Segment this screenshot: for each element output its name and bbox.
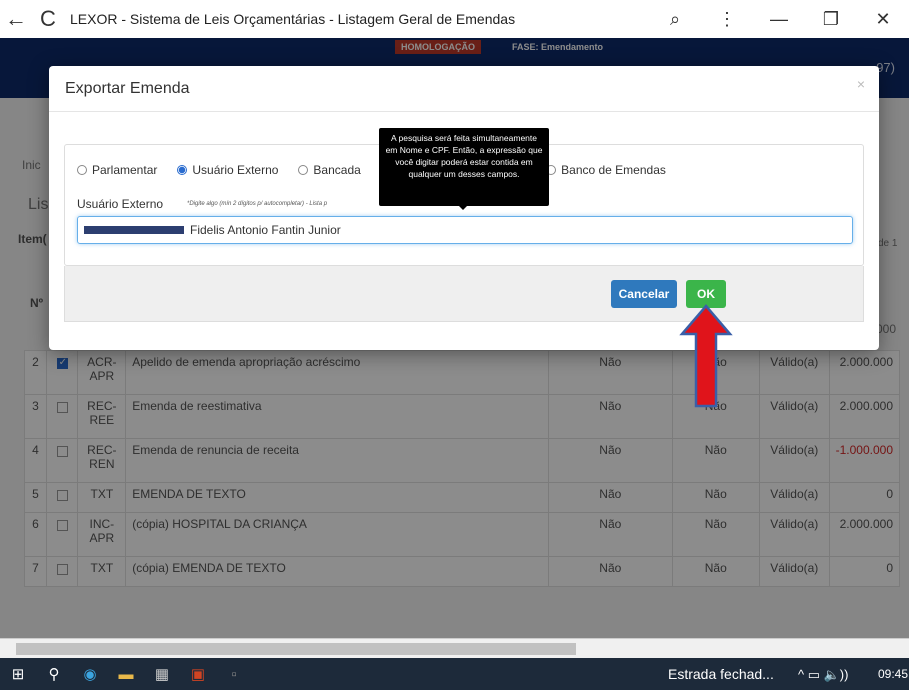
radio-dot-icon[interactable] — [77, 165, 87, 175]
powerpoint-icon[interactable]: ▣ — [180, 665, 216, 683]
windows-start-icon[interactable]: ⊞ — [0, 665, 36, 683]
edge-icon[interactable]: ◉ — [72, 665, 108, 683]
windows-taskbar: ⊞ ⚲ ◉ ▬ ▦ ▣ ▫ Estrada fechad... ^ ▭ 🔈)) … — [0, 658, 909, 690]
app-icon[interactable]: ▫ — [216, 666, 252, 683]
cancel-button[interactable]: Cancelar — [611, 280, 677, 308]
radio-label: Parlamentar — [92, 163, 158, 177]
radio-dot-icon[interactable] — [298, 165, 309, 175]
close-icon[interactable]: × — [857, 76, 865, 92]
radio-label: Usuário Externo — [192, 163, 279, 177]
search-tooltip: A pesquisa será feita simultaneamente em… — [379, 128, 549, 210]
input-value: Fidelis Antonio Fantin Junior — [190, 223, 341, 237]
usuario-externo-label: Usuário Externo — [77, 197, 164, 211]
menu-icon[interactable]: ⋮ — [701, 9, 753, 30]
scrollbar-thumb[interactable] — [16, 643, 576, 655]
calculator-icon[interactable]: ▦ — [144, 665, 180, 683]
system-tray[interactable]: ^ ▭ 🔈)) — [798, 667, 848, 683]
radio-parlamentar[interactable]: Parlamentar — [77, 163, 157, 177]
modal-footer: Cancelar OK — [64, 266, 864, 322]
modal-header: Exportar Emenda × — [49, 66, 879, 112]
redacted-cpf — [84, 226, 184, 234]
modal-title: Exportar Emenda — [65, 80, 190, 97]
restore-button[interactable]: ❐ — [805, 9, 857, 30]
back-arrow-icon[interactable]: ← — [0, 6, 32, 32]
close-window-button[interactable]: ✕ — [857, 9, 909, 30]
minimize-button[interactable]: — — [753, 9, 805, 30]
red-up-arrow-icon — [679, 304, 733, 408]
news-widget[interactable]: Estrada fechad... — [668, 666, 774, 682]
field-hint: *Digite algo (mín 2 dígitos p/ autocompl… — [187, 201, 328, 207]
radio-label: Banco de Emendas — [561, 163, 666, 177]
radio-bancada[interactable]: Bancada — [298, 163, 361, 177]
radio-dot-selected-icon[interactable] — [177, 165, 188, 175]
radio-label: Bancada — [313, 163, 361, 177]
search-icon[interactable]: ⚲ — [36, 665, 72, 683]
usuario-externo-input[interactable]: Fidelis Antonio Fantin Junior — [77, 216, 853, 244]
refresh-icon[interactable]: C — [32, 6, 64, 32]
radio-banco-de-emendas[interactable]: Banco de Emendas — [546, 163, 666, 177]
file-explorer-icon[interactable]: ▬ — [108, 666, 144, 683]
zoom-icon[interactable]: ⌕ — [649, 9, 701, 30]
radio-usuario-externo[interactable]: Usuário Externo — [177, 163, 278, 177]
browser-title-bar: ← C LEXOR - Sistema de Leis Orçamentária… — [0, 0, 909, 38]
clock[interactable]: 09:45 — [878, 667, 908, 681]
window-title: LEXOR - Sistema de Leis Orçamentárias - … — [70, 11, 516, 27]
horizontal-scrollbar[interactable] — [0, 638, 909, 658]
